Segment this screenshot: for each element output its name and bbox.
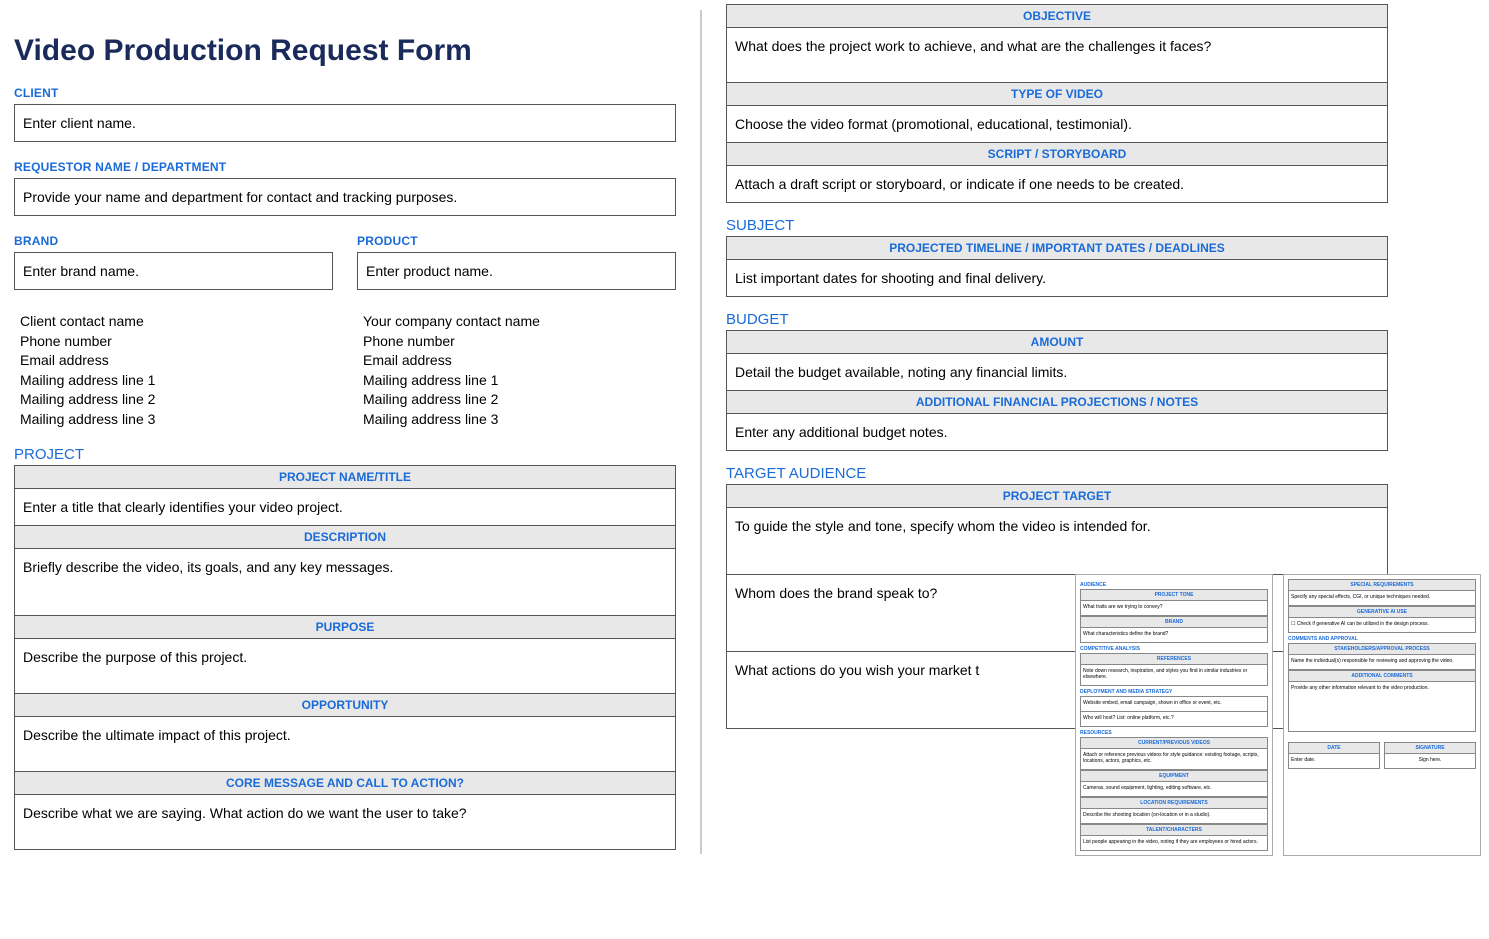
form-title: Video Production Request Form xyxy=(14,34,676,68)
mini-section: COMMENTS AND APPROVAL xyxy=(1288,636,1476,642)
requestor-label: REQUESTOR NAME / DEPARTMENT xyxy=(14,160,676,174)
mini-cell: List people appearing in the video, noti… xyxy=(1081,835,1268,850)
contact-line: Email address xyxy=(363,351,670,371)
mini-cell: Who will host? List: online platform, et… xyxy=(1081,711,1268,726)
contact-line: Mailing address line 1 xyxy=(20,371,327,391)
mini-header: CURRENT/PREVIOUS VIDEOS xyxy=(1081,737,1268,748)
contact-line: Client contact name xyxy=(20,312,327,332)
row-header: CORE MESSAGE AND CALL TO ACTION? xyxy=(15,772,676,795)
contact-line: Mailing address line 3 xyxy=(363,410,670,430)
company-contact-lines: Your company contact name Phone number E… xyxy=(357,308,676,446)
page-left: Video Production Request Form CLIENT Ent… xyxy=(10,10,680,854)
mini-header: SPECIAL REQUIREMENTS xyxy=(1289,579,1476,590)
mini-cell: What traits are we trying to convey? xyxy=(1081,600,1268,615)
mini-cell: Note down research, inspiration, and sty… xyxy=(1081,664,1268,685)
mini-cell: Specify any special effects, CGI, or uni… xyxy=(1289,590,1476,605)
subject-section-label: SUBJECT xyxy=(726,217,1388,234)
row-cell[interactable]: Describe what we are saying. What action… xyxy=(15,794,676,849)
mini-section: AUDIENCE xyxy=(1080,582,1268,588)
mini-cell: Cameras, sound equipment, lighting, edit… xyxy=(1081,781,1268,796)
contact-line: Your company contact name xyxy=(363,312,670,332)
client-contact-lines: Client contact name Phone number Email a… xyxy=(14,308,333,446)
budget-table: AMOUNTDetail the budget available, notin… xyxy=(726,330,1388,451)
row-cell[interactable]: Describe the ultimate impact of this pro… xyxy=(15,716,676,771)
row-header: OBJECTIVE xyxy=(727,5,1388,28)
row-cell[interactable]: Describe the purpose of this project. xyxy=(15,638,676,693)
mini-header: GENERATIVE AI USE xyxy=(1289,606,1476,617)
contact-line: Mailing address line 2 xyxy=(363,390,670,410)
row-header: PURPOSE xyxy=(15,616,676,639)
requestor-field[interactable]: Provide your name and department for con… xyxy=(14,178,676,216)
mini-cell: Sign here. xyxy=(1385,753,1476,768)
mini-header: TALENT/CHARACTERS xyxy=(1081,824,1268,835)
brand-label: BRAND xyxy=(14,234,333,248)
row-header: ADDITIONAL FINANCIAL PROJECTIONS / NOTES xyxy=(727,391,1388,414)
row-header: TYPE OF VIDEO xyxy=(727,83,1388,106)
row-cell[interactable]: Detail the budget available, noting any … xyxy=(727,354,1388,391)
row-cell[interactable]: To guide the style and tone, specify who… xyxy=(727,508,1388,575)
mini-cell: ☐ Check if generative AI can be utilized… xyxy=(1289,617,1476,632)
mini-cell: Website embed, email campaign, shown in … xyxy=(1081,696,1268,711)
project-table: PROJECT NAME/TITLEEnter a title that cle… xyxy=(14,465,676,850)
subject-table: PROJECTED TIMELINE / IMPORTANT DATES / D… xyxy=(726,236,1388,297)
requestor-block: REQUESTOR NAME / DEPARTMENT Provide your… xyxy=(14,160,676,216)
mini-section: DEPLOYMENT AND MEDIA STRATEGY xyxy=(1080,689,1268,695)
contact-line: Mailing address line 2 xyxy=(20,390,327,410)
brand-field[interactable]: Enter brand name. xyxy=(14,252,333,290)
row-cell[interactable]: Choose the video format (promotional, ed… xyxy=(727,106,1388,143)
row-cell[interactable]: List important dates for shooting and fi… xyxy=(727,260,1388,297)
row-header: PROJECT TARGET xyxy=(727,485,1388,508)
project-section-label: PROJECT xyxy=(14,446,676,463)
mini-cell: Attach or reference previous videos for … xyxy=(1081,748,1268,769)
row-header: OPPORTUNITY xyxy=(15,694,676,717)
mini-cell: Provide any other information relevant t… xyxy=(1289,681,1476,731)
product-label: PRODUCT xyxy=(357,234,676,248)
row-header: DESCRIPTION xyxy=(15,526,676,549)
contact-line: Mailing address line 1 xyxy=(363,371,670,391)
row-cell[interactable]: Enter any additional budget notes. xyxy=(727,414,1388,451)
thumbnail-page-3[interactable]: AUDIENCE PROJECT TONEWhat traits are we … xyxy=(1075,574,1273,856)
client-label: CLIENT xyxy=(14,86,676,100)
contact-line: Mailing address line 3 xyxy=(20,410,327,430)
brand-block: BRAND Enter brand name. Client contact n… xyxy=(14,234,333,446)
thumbnail-page-4[interactable]: SPECIAL REQUIREMENTSSpecify any special … xyxy=(1283,574,1481,856)
page-divider xyxy=(700,10,702,854)
row-cell[interactable]: Attach a draft script or storyboard, or … xyxy=(727,166,1388,203)
row-cell[interactable]: Enter a title that clearly identifies yo… xyxy=(15,488,676,525)
mini-header: BRAND xyxy=(1081,616,1268,627)
row-header: PROJECT NAME/TITLE xyxy=(15,465,676,488)
product-block: PRODUCT Enter product name. Your company… xyxy=(357,234,676,446)
target-section-label: TARGET AUDIENCE xyxy=(726,465,1388,482)
row-cell[interactable]: Briefly describe the video, its goals, a… xyxy=(15,548,676,615)
client-block: CLIENT Enter client name. xyxy=(14,86,676,142)
mini-header: STAKEHOLDERS/APPROVAL PROCESS xyxy=(1289,643,1476,654)
mini-header: SIGNATURE xyxy=(1385,742,1476,753)
page-thumbnails: AUDIENCE PROJECT TONEWhat traits are we … xyxy=(1075,574,1481,856)
mini-header: LOCATION REQUIREMENTS xyxy=(1081,797,1268,808)
mini-header: PROJECT TONE xyxy=(1081,589,1268,600)
contact-line: Phone number xyxy=(363,332,670,352)
mini-cell: Name the individual(s) responsible for r… xyxy=(1289,654,1476,669)
product-field[interactable]: Enter product name. xyxy=(357,252,676,290)
mini-header: REFERENCES xyxy=(1081,653,1268,664)
mini-header: ADDITIONAL COMMENTS xyxy=(1289,670,1476,681)
row-cell[interactable]: What does the project work to achieve, a… xyxy=(727,28,1388,83)
mini-section: RESOURCES xyxy=(1080,730,1268,736)
client-field[interactable]: Enter client name. xyxy=(14,104,676,142)
row-header: SCRIPT / STORYBOARD xyxy=(727,143,1388,166)
mini-cell: What characteristics define the brand? xyxy=(1081,627,1268,642)
mini-section: COMPETITIVE ANALYSIS xyxy=(1080,646,1268,652)
contact-line: Email address xyxy=(20,351,327,371)
budget-section-label: BUDGET xyxy=(726,311,1388,328)
mini-header: DATE xyxy=(1289,742,1380,753)
top-table: OBJECTIVEWhat does the project work to a… xyxy=(726,4,1388,203)
mini-cell: Enter date. xyxy=(1289,753,1380,768)
mini-header: EQUIPMENT xyxy=(1081,770,1268,781)
mini-cell: Describe the shooting location (on-locat… xyxy=(1081,808,1268,823)
row-header: AMOUNT xyxy=(727,331,1388,354)
contact-line: Phone number xyxy=(20,332,327,352)
row-header: PROJECTED TIMELINE / IMPORTANT DATES / D… xyxy=(727,237,1388,260)
